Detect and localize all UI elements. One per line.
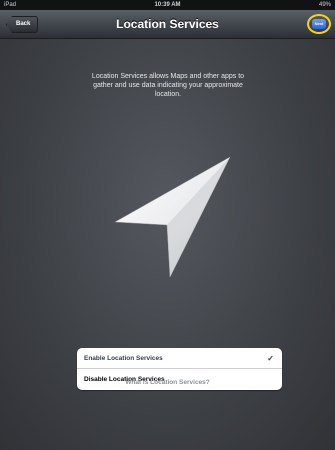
checkmark-icon: ✓ [267, 354, 274, 363]
next-button-highlight[interactable]: Next [307, 14, 331, 34]
status-bar: iPad 10:39 AM 49% [0, 0, 335, 10]
main-content: Location Services allows Maps and other … [0, 39, 335, 450]
navigation-bar: Back Location Services Next [0, 10, 335, 39]
next-button[interactable]: Next [312, 19, 326, 29]
enable-location-option[interactable]: Enable Location Services ✓ [77, 348, 282, 369]
battery-label: 49% [318, 2, 331, 8]
clock-label: 10:39 AM [154, 2, 181, 8]
description-text: Location Services allows Maps and other … [91, 73, 245, 98]
enable-location-label: Enable Location Services [84, 355, 163, 362]
location-arrow-icon [115, 157, 230, 277]
page-title: Location Services [116, 17, 219, 31]
what-is-location-link[interactable]: What is Location Services? [0, 379, 335, 386]
